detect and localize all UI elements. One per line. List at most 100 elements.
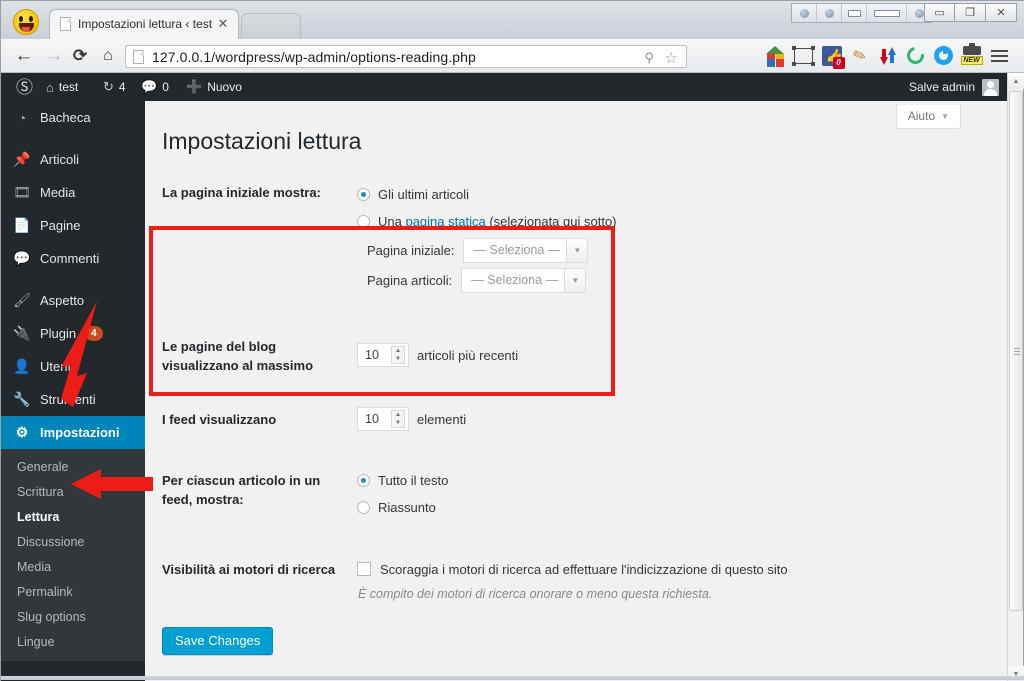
- page-scrollbar[interactable]: ▲ ▼: [1007, 73, 1024, 681]
- radio-full-text-label: Tutto il testo: [378, 473, 449, 488]
- posts-per-page-label: Le pagine del blog visualizzano al massi…: [162, 327, 357, 375]
- home-icon[interactable]: ⌂: [97, 45, 119, 67]
- window-bottom-edge: [1, 676, 1024, 680]
- comments-count: 0: [162, 80, 169, 94]
- static-suffix: (selezionata qui sotto): [485, 214, 617, 229]
- downloads-icon[interactable]: [876, 44, 899, 67]
- pages-icon: 📄: [13, 217, 31, 233]
- scrollbar-thumb[interactable]: [1009, 91, 1023, 611]
- back-icon[interactable]: ←: [13, 45, 35, 67]
- close-button[interactable]: ✕: [986, 3, 1017, 22]
- radio-static-page-label: Una pagina statica (selezionata qui sott…: [378, 214, 617, 229]
- discourage-search-engines-checkbox[interactable]: [357, 562, 371, 576]
- sidebar-item-pagine[interactable]: 📄 Pagine: [1, 209, 145, 242]
- save-changes-button[interactable]: Save Changes: [162, 627, 274, 655]
- adminbar-comments[interactable]: 💬 0: [134, 73, 176, 101]
- sidebar-item-label: Commenti: [40, 251, 100, 266]
- adminbar-site-name[interactable]: ⌂ test: [39, 73, 85, 101]
- posts-per-page-label-line1: Le pagine del blog: [162, 339, 277, 354]
- submenu-item-lingue[interactable]: Lingue: [1, 629, 145, 654]
- appearance-icon: 🖌: [13, 292, 31, 308]
- radio-full-text[interactable]: [357, 474, 370, 487]
- smiley-profile-icon[interactable]: [13, 9, 39, 35]
- colorful-house-icon[interactable]: [764, 44, 787, 67]
- maximize-button[interactable]: ❐: [955, 3, 986, 22]
- sidebar-item-commenti[interactable]: 💬 Commenti: [1, 242, 145, 275]
- wordpress-logo-icon[interactable]: Ⓢ: [9, 73, 40, 101]
- submenu-item-generale[interactable]: Generale: [1, 454, 145, 479]
- green-ring-icon[interactable]: [903, 43, 928, 68]
- sidebar-item-media[interactable]: 🎞 Media: [1, 176, 145, 209]
- radio-static-page[interactable]: [357, 215, 370, 228]
- tray-icon-3[interactable]: [842, 4, 867, 22]
- radio-latest-posts[interactable]: [357, 188, 370, 201]
- submenu-item-permalink[interactable]: Permalink: [1, 579, 145, 604]
- radio-option-full-text[interactable]: Tutto il testo: [357, 467, 992, 494]
- help-tab-button[interactable]: Aiuto ▼: [895, 105, 961, 129]
- static-page-link[interactable]: pagina statica: [405, 214, 485, 229]
- posts-per-page-input[interactable]: 10 ▲ ▼: [357, 343, 409, 367]
- radio-option-latest-posts[interactable]: Gli ultimi articoli: [357, 181, 992, 208]
- adminbar-account[interactable]: Salve admin: [909, 73, 1003, 101]
- sidebar-item-impostazioni[interactable]: ⚙ Impostazioni: [1, 416, 153, 449]
- submenu-item-scrittura[interactable]: Scrittura: [1, 479, 145, 504]
- form-row-posts-per-page: Le pagine del blog visualizzano al massi…: [162, 327, 992, 375]
- screenshot-crop-icon[interactable]: [792, 44, 815, 67]
- posts-per-rss-input[interactable]: 10 ▲ ▼: [357, 407, 409, 431]
- address-bar-url: 127.0.0.1/wordpress/wp-admin/options-rea…: [152, 49, 476, 65]
- sidebar-item-utenti[interactable]: 👤 Utenti: [1, 350, 145, 383]
- webcam-new-icon[interactable]: NEW: [960, 43, 983, 67]
- submenu-item-slug-options[interactable]: Slug options: [1, 604, 145, 629]
- sidebar-item-label: Bacheca: [40, 110, 91, 125]
- tray-icon-4[interactable]: [867, 4, 907, 22]
- zoom-out-icon[interactable]: ⚲: [644, 50, 654, 66]
- users-icon: 👤: [13, 358, 31, 374]
- chrome-menu-icon[interactable]: [988, 44, 1011, 67]
- browser-tab[interactable]: Impostazioni lettura ‹ test ✕: [49, 9, 239, 39]
- blue-refresh-icon[interactable]: [932, 44, 955, 67]
- posts-per-page-value: 10: [365, 348, 379, 362]
- sidebar-item-label: Strumenti: [40, 392, 96, 407]
- tray-icon-1[interactable]: [792, 4, 817, 22]
- adminbar-new[interactable]: ➕ Nuovo: [179, 73, 249, 101]
- tray-icon-2[interactable]: [817, 4, 842, 22]
- front-page-select-label: Pagina iniziale:: [367, 242, 455, 258]
- facebook-icon[interactable]: 👍 0: [820, 44, 845, 69]
- static-prefix: Una: [378, 214, 406, 229]
- address-bar[interactable]: 127.0.0.1/wordpress/wp-admin/options-rea…: [125, 45, 687, 68]
- sidebar-item-articoli[interactable]: 📌 Articoli: [1, 143, 145, 176]
- submenu-item-media[interactable]: Media: [1, 554, 145, 579]
- adminbar-updates[interactable]: ↻ 4: [96, 73, 133, 101]
- submenu-item-discussione[interactable]: Discussione: [1, 529, 145, 554]
- radio-option-static-page[interactable]: Una pagina statica (selezionata qui sott…: [357, 208, 992, 235]
- reload-icon[interactable]: ⟳: [69, 45, 91, 67]
- close-icon[interactable]: ✕: [216, 17, 230, 31]
- page-title: Impostazioni lettura: [162, 128, 362, 154]
- form-row-search-visibility: Visibilità ai motori di ricerca Scoraggi…: [162, 550, 992, 601]
- front-page-select[interactable]: — Seleziona — ▼: [463, 237, 589, 263]
- minimize-button[interactable]: ▭: [924, 3, 955, 22]
- new-tab-button[interactable]: [241, 13, 301, 39]
- sidebar-item-plugin[interactable]: 🔌 Plugin 4: [1, 317, 145, 350]
- greeting-label: Salve admin: [908, 80, 975, 94]
- posts-per-rss-stepper[interactable]: ▲ ▼: [391, 410, 405, 428]
- form-row-feed-shows: Per ciascun articolo in un feed, mostra:…: [162, 461, 992, 521]
- pencil-icon[interactable]: ✎: [848, 44, 871, 67]
- posts-page-select[interactable]: — Seleziona — ▼: [461, 267, 587, 293]
- forward-icon[interactable]: →: [43, 45, 65, 67]
- posts-per-page-stepper[interactable]: ▲ ▼: [391, 346, 405, 364]
- navigation-bar: ← → ⟳ ⌂ 127.0.0.1/wordpress/wp-admin/opt…: [1, 39, 1024, 73]
- search-visibility-checkbox-row[interactable]: Scoraggia i motori di ricerca ad effettu…: [357, 561, 992, 578]
- sidebar-item-strumenti[interactable]: 🔧 Strumenti: [1, 383, 145, 416]
- sidebar-item-bacheca[interactable]: ◔ Bacheca: [1, 101, 145, 134]
- radio-summary[interactable]: [357, 501, 370, 514]
- submenu-item-lettura[interactable]: Lettura: [1, 504, 145, 529]
- plugin-icon: 🔌: [13, 325, 31, 341]
- sidebar-item-label: Articoli: [40, 152, 80, 167]
- scroll-up-icon[interactable]: ▲: [1008, 73, 1024, 89]
- radio-option-summary[interactable]: Riassunto: [357, 494, 992, 521]
- bookmark-star-icon[interactable]: ☆: [665, 49, 678, 67]
- settings-submenu: Generale Scrittura Lettura Discussione M…: [1, 449, 145, 661]
- plugin-update-badge: 4: [85, 326, 103, 341]
- sidebar-item-aspetto[interactable]: 🖌 Aspetto: [1, 284, 145, 317]
